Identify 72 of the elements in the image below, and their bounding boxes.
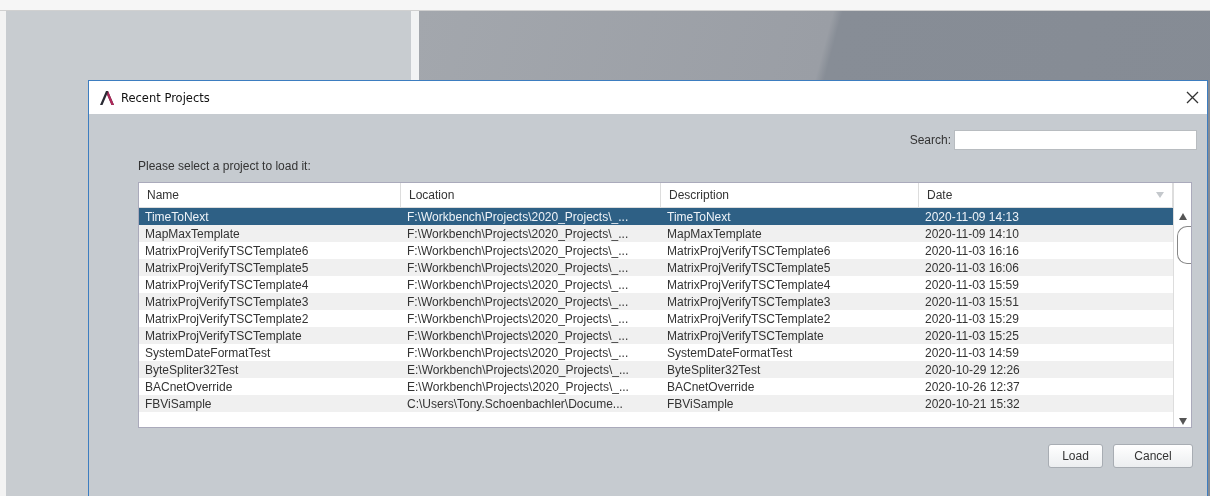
description-cell-text: FBViSample (666, 396, 735, 411)
location-cell-text: F:\Workbench\Projects\2020_Projects\_... (406, 311, 630, 326)
search-field[interactable] (954, 130, 1197, 150)
column-header[interactable]: Date (919, 183, 1173, 207)
scroll-down-icon[interactable] (1178, 418, 1187, 425)
description-cell-text: MatrixProjVerifyTSCTemplate3 (666, 294, 832, 309)
description-cell-text: TimeToNext (666, 209, 732, 224)
date-cell-text: 2020-11-09 14:13 (924, 209, 1020, 224)
column-header[interactable]: Description (661, 183, 919, 207)
description-cell-text: MatrixProjVerifyTSCTemplate5 (666, 260, 832, 275)
close-icon (1186, 91, 1199, 104)
location-cell-text: C:\Users\Tony.Schoenbachler\Docume... (406, 396, 624, 411)
location-cell-text: F:\Workbench\Projects\2020_Projects\_... (406, 345, 630, 360)
description-cell-text: MapMaxTemplate (666, 226, 763, 241)
location-cell-text: F:\Workbench\Projects\2020_Projects\_... (406, 226, 630, 241)
table-row[interactable]: MatrixProjVerifyTSCTemplate F:\Workbench\Projects\2020_Projects\_... MatrixProjVerifyTSCTemplate 2020-11-03 15:25 (139, 327, 1173, 344)
logo-icon (99, 89, 115, 106)
table-row[interactable]: MatrixProjVerifyTSCTemplate3 F:\Workbench\Projects\2020_Projects\_... MatrixProjVerifyTSCTemplate3 2020-11-03 15:51 (139, 293, 1173, 310)
description-cell-text: ByteSpliter32Test (666, 362, 762, 377)
date-cell-text: 2020-11-03 15:51 (924, 294, 1020, 309)
description-cell-text: MatrixProjVerifyTSCTemplate (666, 328, 825, 343)
description-cell-text: MatrixProjVerifyTSCTemplate4 (666, 277, 832, 292)
date-cell-text: 2020-10-29 12:26 (924, 362, 1021, 377)
location-cell-text: E:\Workbench\Projects\2020_Projects\_... (406, 379, 630, 394)
date-cell-text: 2020-11-03 16:16 (924, 243, 1020, 258)
name-cell-text: SystemDateFormatTest (144, 345, 272, 360)
date-cell-text: 2020-11-03 15:59 (924, 277, 1020, 292)
search-label: Search: (909, 133, 951, 147)
name-cell-text: ByteSpliter32Test (144, 362, 240, 377)
column-header[interactable]: Location (401, 183, 661, 207)
date-cell-text: 2020-11-09 14:10 (924, 226, 1020, 241)
date-cell-text: 2020-11-03 15:29 (924, 311, 1020, 326)
name-cell-text: MatrixProjVerifyTSCTemplate5 (144, 260, 310, 275)
cancel-button[interactable]: Cancel (1113, 444, 1193, 468)
description-cell-text: MatrixProjVerifyTSCTemplate2 (666, 311, 832, 326)
name-cell-text: TimeToNext (144, 209, 210, 224)
scrollbar[interactable] (1173, 183, 1191, 427)
table-row[interactable]: ByteSpliter32Test E:\Workbench\Projects\2020_Projects\_... ByteSpliter32Test 2020-10-29 12:26 (139, 361, 1173, 378)
description-cell-text: MatrixProjVerifyTSCTemplate6 (666, 243, 832, 258)
name-cell-text: FBViSample (144, 396, 213, 411)
location-cell-text: F:\Workbench\Projects\2020_Projects\_... (406, 294, 630, 309)
scroll-thumb[interactable] (1177, 226, 1191, 264)
scroll-up-icon[interactable] (1178, 213, 1187, 220)
name-cell-text: MatrixProjVerifyTSCTemplate2 (144, 311, 310, 326)
location-cell-text: F:\Workbench\Projects\2020_Projects\_... (406, 209, 630, 224)
location-cell-text: F:\Workbench\Projects\2020_Projects\_... (406, 328, 630, 343)
name-cell-text: MatrixProjVerifyTSCTemplate (144, 328, 303, 343)
description-cell-text: SystemDateFormatTest (666, 345, 794, 360)
window-title: Recent Projects (121, 90, 210, 105)
date-cell-text: 2020-11-03 16:06 (924, 260, 1020, 275)
name-cell-text: MatrixProjVerifyTSCTemplate3 (144, 294, 310, 309)
date-cell-text: 2020-11-03 14:59 (924, 345, 1020, 360)
location-cell-text: E:\Workbench\Projects\2020_Projects\_... (406, 362, 630, 377)
table-row[interactable]: MatrixProjVerifyTSCTemplate5 F:\Workbench\Projects\2020_Projects\_... MatrixProjVerifyTSCTemplate5 2020-11-03 16:06 (139, 259, 1173, 276)
location-cell-text: F:\Workbench\Projects\2020_Projects\_... (406, 277, 630, 292)
date-cell-text: 2020-10-21 15:32 (924, 396, 1021, 411)
name-cell-text: BACnetOverride (144, 379, 234, 394)
location-cell-text: F:\Workbench\Projects\2020_Projects\_... (406, 260, 630, 275)
close-button[interactable] (1184, 89, 1201, 106)
column-header[interactable]: Name (139, 183, 401, 207)
instruction-text: Please select a project to load it: (138, 159, 312, 173)
name-cell-text: MapMaxTemplate (144, 226, 241, 241)
table-row[interactable]: MapMaxTemplate F:\Workbench\Projects\2020_Projects\_... MapMaxTemplate 2020-11-09 14:10 (139, 225, 1173, 242)
date-cell-text: 2020-10-26 12:37 (924, 379, 1021, 394)
name-cell-text: MatrixProjVerifyTSCTemplate4 (144, 277, 310, 292)
description-cell-text: BACnetOverride (666, 379, 756, 394)
table-row[interactable]: FBViSample C:\Users\Tony.Schoenbachler\Docume... FBViSample 2020-10-21 15:32 (139, 395, 1173, 412)
location-cell-text: F:\Workbench\Projects\2020_Projects\_... (406, 243, 630, 258)
date-cell-text: 2020-11-03 15:25 (924, 328, 1020, 343)
load-button[interactable]: Load (1048, 444, 1103, 468)
name-cell-text: MatrixProjVerifyTSCTemplate6 (144, 243, 310, 258)
table-row[interactable]: TimeToNext F:\Workbench\Projects\2020_Projects\_... TimeToNext 2020-11-09 14:13 (139, 208, 1173, 225)
